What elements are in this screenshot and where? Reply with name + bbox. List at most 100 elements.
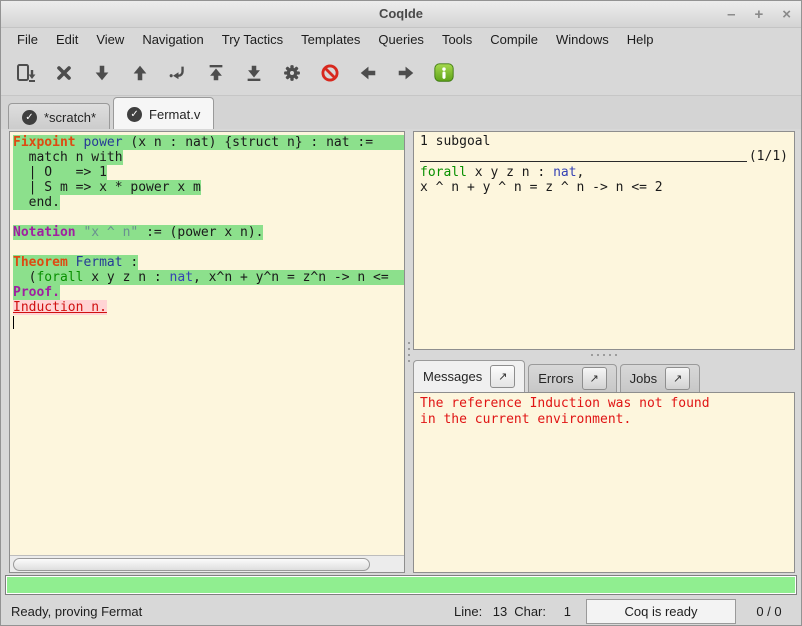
detach-arrow-icon: ↗ bbox=[590, 372, 599, 385]
menu-item-tools[interactable]: Tools bbox=[433, 28, 481, 51]
splitter-dot bbox=[615, 354, 617, 356]
arrow-down-to-bar-icon bbox=[244, 63, 264, 83]
code-editor-panel[interactable]: Fixpoint power (x n : nat) {struct n} : … bbox=[9, 131, 405, 573]
tab-jobs[interactable]: Jobs ↗ bbox=[620, 364, 700, 392]
vertical-splitter[interactable] bbox=[405, 131, 413, 573]
scrollbar-thumb[interactable] bbox=[13, 558, 370, 571]
interrupt-button[interactable] bbox=[313, 56, 347, 90]
code-line[interactable] bbox=[13, 315, 404, 330]
preferences-button[interactable] bbox=[275, 56, 309, 90]
tab-check-icon: ✓ bbox=[22, 110, 37, 125]
splitter-dot bbox=[591, 354, 593, 356]
menu-item-view[interactable]: View bbox=[87, 28, 133, 51]
menu-item-compile[interactable]: Compile bbox=[481, 28, 547, 51]
forward-one-button[interactable] bbox=[85, 56, 119, 90]
go-to-cursor-button[interactable] bbox=[161, 56, 195, 90]
minimize-button[interactable]: – bbox=[727, 6, 735, 23]
goal-line: x ^ n + y ^ n = z ^ n -> n <= 2 bbox=[420, 180, 788, 195]
close-x-icon bbox=[54, 63, 74, 83]
close-button[interactable]: × bbox=[782, 6, 791, 23]
arrow-right-icon bbox=[396, 63, 416, 83]
close-buffer-button[interactable] bbox=[47, 56, 81, 90]
tab-errors[interactable]: Errors ↗ bbox=[528, 364, 616, 392]
tab-label: Jobs bbox=[630, 371, 657, 386]
code-line[interactable]: Proof. bbox=[13, 285, 404, 300]
messages-view[interactable]: The reference Induction was not foundin … bbox=[413, 392, 795, 573]
code-line[interactable]: Induction n. bbox=[13, 300, 404, 315]
tab-check-icon: ✓ bbox=[127, 107, 142, 122]
menu-item-templates[interactable]: Templates bbox=[292, 28, 369, 51]
tab-scratch[interactable]: ✓ *scratch* bbox=[8, 103, 110, 130]
tab-label: Errors bbox=[538, 371, 573, 386]
notebook-tabbar: Messages ↗ Errors ↗ Jobs ↗ bbox=[413, 359, 795, 392]
goal-line: forall x y z n : nat, bbox=[420, 165, 788, 180]
code-line[interactable]: | O => 1 bbox=[13, 165, 404, 180]
menu-item-navigation[interactable]: Navigation bbox=[133, 28, 212, 51]
status-right: Line: 13 Char: 1 Coq is ready 0 / 0 bbox=[454, 599, 791, 624]
window-controls: – + × bbox=[727, 1, 791, 27]
titlebar: CoqIde – + × bbox=[1, 1, 801, 28]
message-line: The reference Induction was not found bbox=[420, 396, 788, 412]
menubar: FileEditViewNavigationTry TacticsTemplat… bbox=[1, 28, 801, 51]
tab-messages[interactable]: Messages ↗ bbox=[413, 360, 525, 392]
statusbar: Ready, proving Fermat Line: 13 Char: 1 C… bbox=[1, 597, 801, 625]
arrow-up-to-bar-icon bbox=[206, 63, 226, 83]
goal-panel[interactable]: 1 subgoal (1/1) forall x y z n : nat,x ^… bbox=[413, 131, 795, 350]
goal-counter: (1/1) bbox=[749, 149, 788, 165]
code-line[interactable]: Theorem Fermat : bbox=[13, 255, 404, 270]
coq-status-text: Coq is ready bbox=[625, 604, 698, 619]
text-cursor bbox=[13, 316, 14, 329]
splitter-dot bbox=[408, 360, 410, 362]
job-counter: 0 / 0 bbox=[747, 604, 791, 619]
code-line[interactable]: | S m => x * power x m bbox=[13, 180, 404, 195]
messages-notebook: Messages ↗ Errors ↗ Jobs ↗ The reference… bbox=[413, 359, 795, 573]
tab-label: *scratch* bbox=[44, 110, 96, 125]
char-value: 1 bbox=[553, 604, 571, 619]
splitter-dot bbox=[408, 342, 410, 344]
goal-separator: (1/1) bbox=[420, 149, 788, 165]
menu-item-file[interactable]: File bbox=[8, 28, 47, 51]
code-line[interactable]: Notation "x ^ n" := (power x n). bbox=[13, 225, 404, 240]
horizontal-splitter[interactable] bbox=[413, 350, 795, 359]
toolbar bbox=[1, 51, 801, 96]
menu-item-queries[interactable]: Queries bbox=[369, 28, 433, 51]
menu-item-edit[interactable]: Edit bbox=[47, 28, 87, 51]
go-to-start-button[interactable] bbox=[199, 56, 233, 90]
status-message: Ready, proving Fermat bbox=[11, 604, 142, 619]
gear-icon bbox=[282, 63, 302, 83]
tab-fermat[interactable]: ✓ Fermat.v bbox=[113, 97, 214, 130]
main-area: Fixpoint power (x n : nat) {struct n} : … bbox=[1, 129, 801, 576]
editor-horizontal-scrollbar[interactable] bbox=[10, 555, 404, 572]
save-button[interactable] bbox=[9, 56, 43, 90]
code-line[interactable]: (forall x y z n : nat, x^n + y^n = z^n -… bbox=[13, 270, 404, 285]
menu-item-help[interactable]: Help bbox=[618, 28, 663, 51]
detach-jobs-button[interactable]: ↗ bbox=[665, 367, 690, 390]
coqide-window: CoqIde – + × FileEditViewNavigationTry T… bbox=[0, 0, 802, 626]
document-tabbar: ✓ *scratch* ✓ Fermat.v bbox=[1, 96, 801, 131]
arrow-down-icon bbox=[92, 63, 112, 83]
detach-errors-button[interactable]: ↗ bbox=[582, 367, 607, 390]
splitter-dot bbox=[408, 354, 410, 356]
save-icon bbox=[15, 62, 37, 84]
about-button[interactable] bbox=[427, 56, 461, 90]
previous-button[interactable] bbox=[351, 56, 385, 90]
next-button[interactable] bbox=[389, 56, 423, 90]
code-line[interactable] bbox=[13, 240, 404, 255]
detach-messages-button[interactable]: ↗ bbox=[490, 365, 515, 388]
code-line[interactable] bbox=[13, 210, 404, 225]
backward-one-button[interactable] bbox=[123, 56, 157, 90]
goal-view: 1 subgoal (1/1) forall x y z n : nat,x ^… bbox=[414, 132, 794, 197]
detach-arrow-icon: ↗ bbox=[498, 370, 507, 383]
code-line[interactable]: match n with bbox=[13, 150, 404, 165]
code-editor[interactable]: Fixpoint power (x n : nat) {struct n} : … bbox=[10, 132, 404, 330]
code-line[interactable]: Fixpoint power (x n : nat) {struct n} : … bbox=[13, 135, 404, 150]
maximize-button[interactable]: + bbox=[754, 6, 763, 23]
menu-item-windows[interactable]: Windows bbox=[547, 28, 618, 51]
goal-rule-line bbox=[420, 161, 747, 162]
code-line[interactable]: end. bbox=[13, 195, 404, 210]
splitter-dot bbox=[603, 354, 605, 356]
go-to-end-button[interactable] bbox=[237, 56, 271, 90]
char-label: Char: bbox=[514, 604, 546, 619]
menu-item-try-tactics[interactable]: Try Tactics bbox=[213, 28, 292, 51]
subgoal-header: 1 subgoal bbox=[420, 134, 788, 149]
